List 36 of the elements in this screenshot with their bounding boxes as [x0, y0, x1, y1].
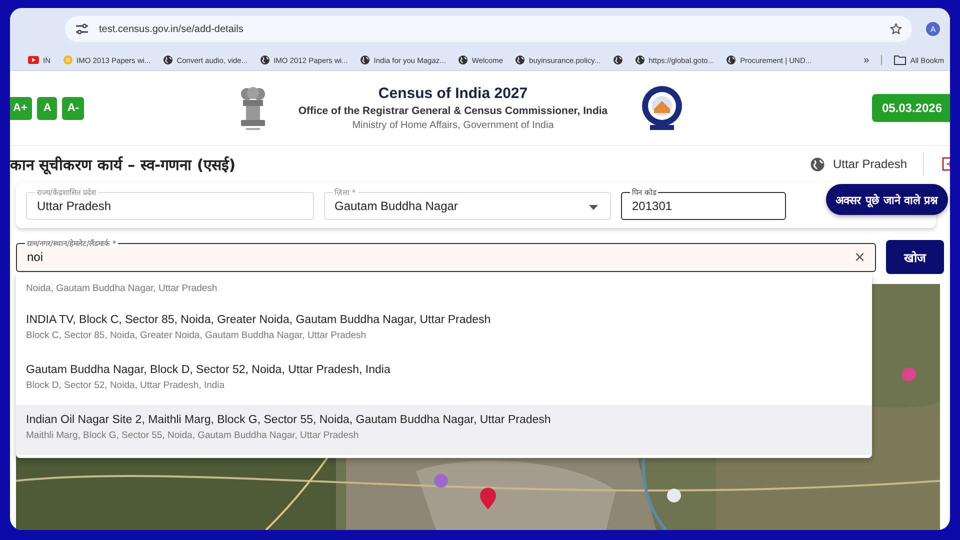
globe-icon	[726, 55, 736, 65]
faq-button[interactable]: अक्सर पूछे जाने वाले प्रश्न	[826, 184, 948, 215]
search-button[interactable]: खोज	[886, 240, 944, 274]
globe-icon	[360, 55, 370, 65]
site-settings-icon[interactable]	[75, 23, 89, 35]
suggestion-item[interactable]: Gautam Buddha Nagar, Block D, Sector 52, Noida, Uttar Pradesh, India Block D, Sector 52, Noida, Uttar Pradesh, India	[16, 355, 872, 405]
caret-icon	[589, 205, 598, 210]
url-text: test.census.gov.in/se/add-details	[99, 24, 244, 34]
address-bar[interactable]: test.census.gov.in/se/add-details	[65, 16, 912, 42]
globe-icon	[162, 55, 173, 65]
globe-icon	[810, 156, 825, 172]
suggestion-item[interactable]: Noida, Gautam Buddha Nagar, Uttar Pradesh	[16, 273, 872, 305]
ministry-text: Ministry of Home Affairs, Government of India	[351, 120, 555, 131]
date-badge: 05.03.2026	[872, 94, 950, 122]
profile-avatar[interactable]: A	[926, 22, 940, 36]
folder-icon	[894, 55, 906, 65]
globe-icon	[612, 55, 623, 65]
bookmark-star-icon[interactable]	[890, 23, 902, 35]
page-title: कान सूचीकरण कार्य – स्व-गणना (एसई)	[10, 155, 236, 174]
emblem-drawing	[238, 85, 268, 131]
suggestion-item[interactable]: INDIA TV, Block C, Sector 85, Noida, Greater Noida, Gautam Buddha Nagar, Uttar Pradesh Block C, Sector 85, Noida, Greater Noida, Gautam Buddha Nagar, Uttar Pradesh	[16, 305, 872, 355]
clear-icon[interactable]: ×	[854, 248, 865, 266]
globe-icon	[515, 55, 526, 65]
logout-icon[interactable]	[942, 157, 950, 171]
site-subtitle: Office of the Registrar General & Census Commissioner, India	[297, 105, 609, 117]
state-link[interactable]: Uttar Pradesh	[832, 157, 907, 171]
globe-icon	[634, 55, 645, 65]
more-bookmarks[interactable]: »	[864, 54, 870, 66]
suggestion-item[interactable]: Indian Oil Nagar Site 2, Maithli Marg, Block G, Sector 55, Noida, Gautam Buddha Nagar, Uttar Pradesh Maithli Marg, Block G, Sector 55, Noida, Gautam Buddha Nagar, Uttar Pradesh	[16, 405, 872, 455]
video-play-icon	[28, 56, 39, 64]
globe-icon	[458, 55, 468, 65]
site-title: Census of India 2027	[377, 85, 529, 102]
bookmark[interactable]	[612, 55, 623, 65]
coin-icon	[62, 55, 72, 65]
census-seal-drawing	[640, 85, 684, 131]
globe-icon	[260, 55, 270, 65]
